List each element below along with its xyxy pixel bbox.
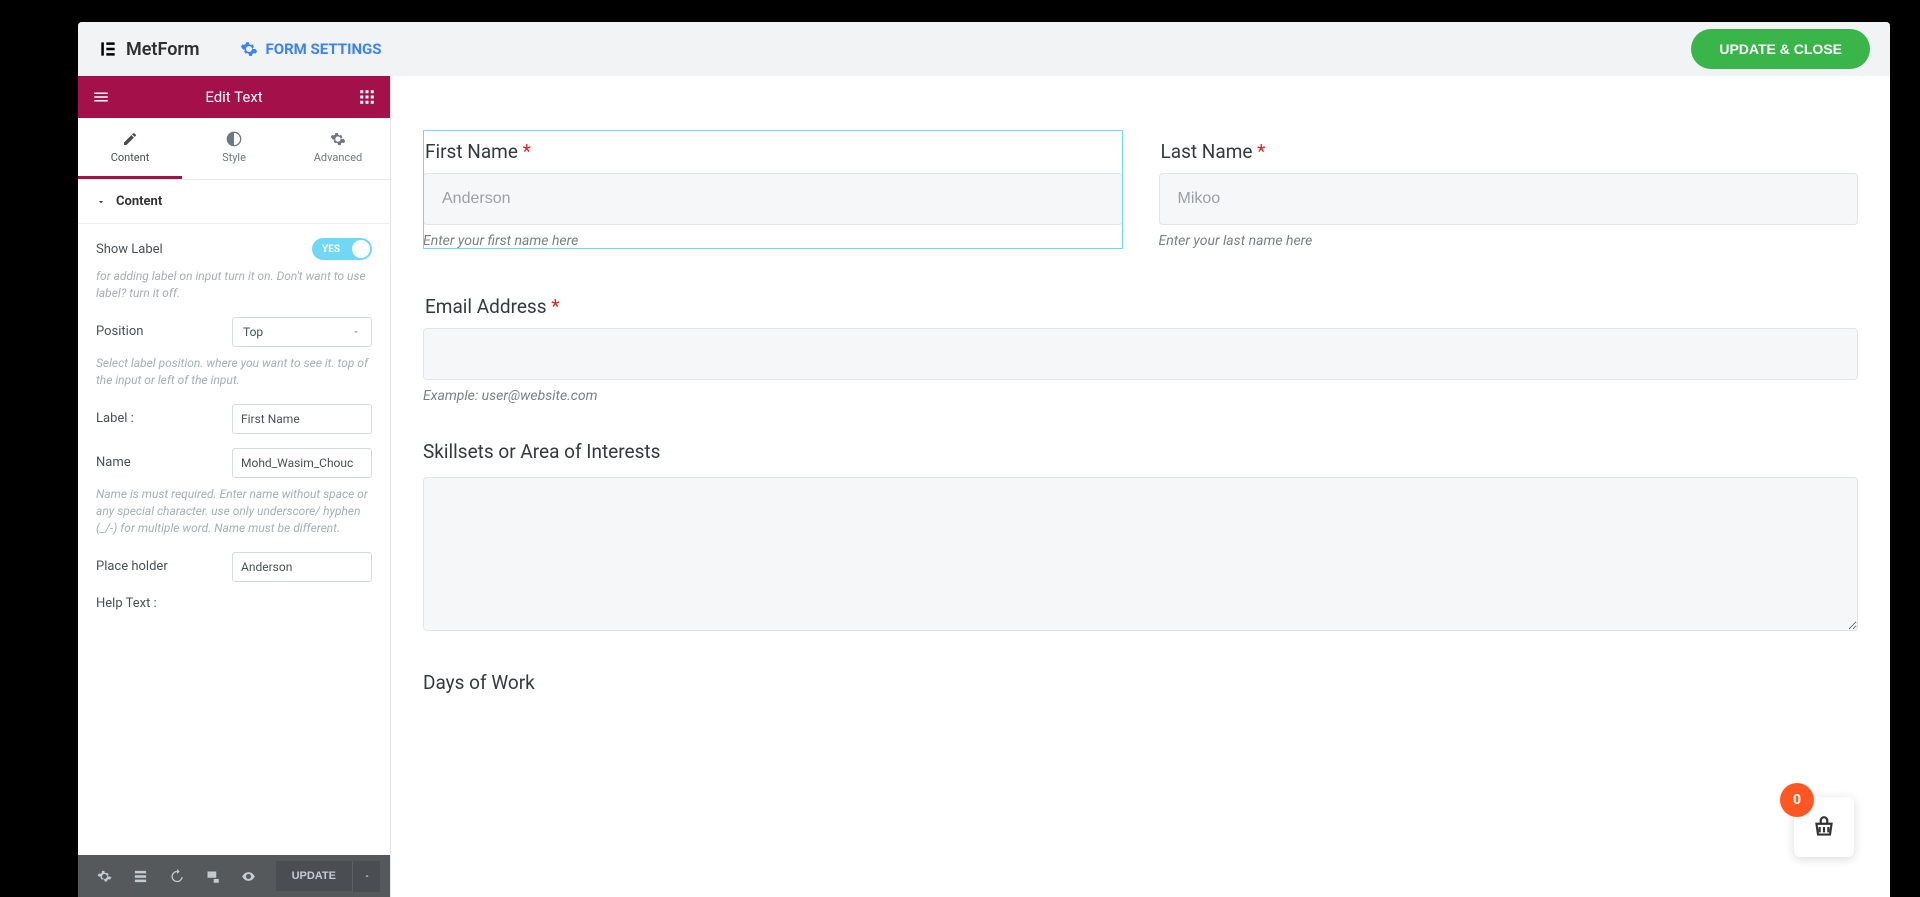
position-help: Select label position. where you want to… [96,355,372,390]
label-input[interactable] [232,404,372,434]
skills-widget[interactable]: Skillsets or Area of Interests [423,440,1858,635]
last-name-widget[interactable]: Last Name * Enter your last name here [1159,130,1859,249]
pencil-icon [122,131,138,147]
navigator-icon[interactable] [124,860,156,892]
last-name-help: Enter your last name here [1159,233,1859,249]
toggle-text: YES [322,244,340,255]
preview-icon[interactable] [232,860,264,892]
tab-advanced[interactable]: Advanced [286,118,390,179]
sidebar-footer: UPDATE [78,855,390,897]
days-label: Days of Work [423,671,1858,694]
skills-label: Skillsets or Area of Interests [423,440,1858,463]
name-input[interactable] [232,448,372,478]
update-caret[interactable] [352,861,380,892]
grid-icon[interactable] [358,88,376,106]
brand: MetForm [98,39,200,60]
show-label-label: Show Label [96,242,163,257]
help-text-label: Help Text : [96,596,157,611]
show-label-help: for adding label on input turn it on. Do… [96,268,372,303]
first-name-label: First Name * [423,130,1123,163]
cart-count: 0 [1780,783,1814,817]
first-name-input[interactable] [423,173,1123,225]
days-widget[interactable]: Days of Work [423,671,1858,694]
tab-style[interactable]: Style [182,118,286,179]
modal-header: MetForm FORM SETTINGS UPDATE & CLOSE [78,22,1890,76]
basket-icon [1811,814,1837,840]
form-canvas[interactable]: First Name * Enter your first name here … [391,76,1890,897]
contrast-icon [226,131,242,147]
section-content-header[interactable]: Content [78,180,390,224]
position-select[interactable]: Top [232,317,372,347]
first-name-widget[interactable]: First Name * Enter your first name here [423,130,1123,249]
update-close-button[interactable]: UPDATE & CLOSE [1691,29,1870,69]
name-help: Name is must required. Enter name withou… [96,486,372,538]
name-field-label: Name [96,455,131,470]
position-label: Position [96,324,143,339]
caret-down-icon [351,327,361,337]
settings-icon[interactable] [88,860,120,892]
placeholder-field-label: Place holder [96,559,168,574]
history-icon[interactable] [160,860,192,892]
last-name-label: Last Name * [1159,130,1859,163]
last-name-input[interactable] [1159,173,1859,225]
tab-content[interactable]: Content [78,118,182,179]
skills-textarea[interactable] [423,477,1858,631]
update-button[interactable]: UPDATE [276,861,352,891]
metform-modal: MetForm FORM SETTINGS UPDATE & CLOSE Edi… [78,22,1890,897]
sidebar-title: Edit Text [110,88,358,106]
elementor-icon [98,39,118,59]
gear-icon [240,40,258,58]
label-field-label: Label : [96,411,134,426]
caret-down-icon [96,197,106,207]
tab-style-label: Style [222,151,246,164]
email-label: Email Address * [423,285,1858,318]
show-label-toggle[interactable]: YES [312,238,372,260]
form-settings-label: FORM SETTINGS [266,40,382,58]
first-name-help: Enter your first name here [423,233,1123,249]
responsive-icon[interactable] [196,860,228,892]
gear-icon [330,131,346,147]
tab-advanced-label: Advanced [314,151,362,164]
sidebar-top: Edit Text [78,76,390,118]
email-help: Example: user@website.com [423,388,1858,404]
form-settings-link[interactable]: FORM SETTINGS [240,40,382,58]
email-input[interactable] [423,328,1858,380]
section-content-label: Content [116,194,162,209]
placeholder-input[interactable] [232,552,372,582]
cart-fab[interactable]: 0 [1794,797,1854,857]
position-value: Top [243,325,263,339]
brand-label: MetForm [126,39,200,60]
email-widget[interactable]: Email Address * Example: user@website.co… [423,285,1858,404]
hamburger-icon[interactable] [92,88,110,106]
editor-sidebar: Edit Text Content Style Advanced [78,76,391,897]
sidebar-tabs: Content Style Advanced [78,118,390,180]
tab-content-label: Content [111,151,150,164]
